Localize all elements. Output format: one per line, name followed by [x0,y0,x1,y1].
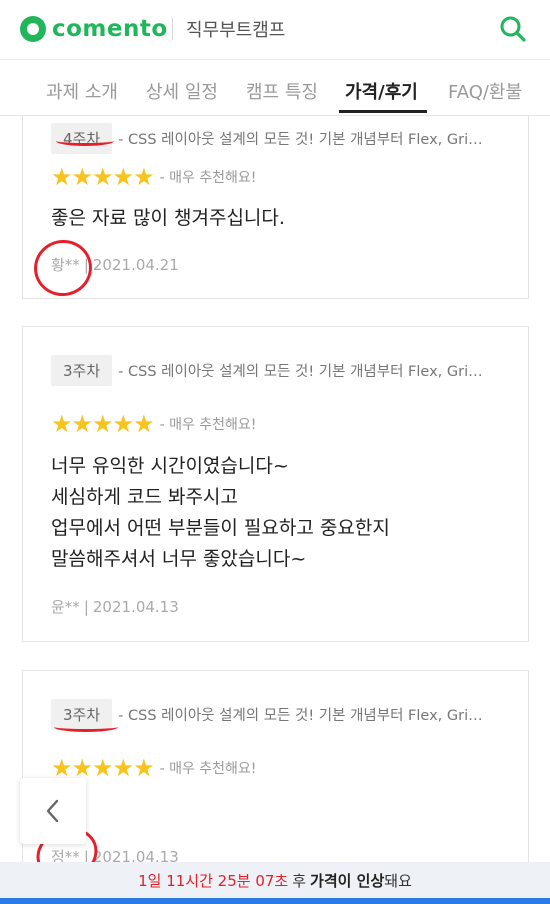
logo-text: comento [52,16,168,42]
rating-row: ★★★★★ - 매우 추천해요! [51,756,256,780]
section-tabs: 과제 소개 상세 일정 캠프 특징 가격/후기 FAQ/환불 [0,60,550,116]
tab-faq-refund[interactable]: FAQ/환불 [448,78,522,104]
countdown-after: 후 [292,871,307,890]
tab-schedule[interactable]: 상세 일정 [146,78,218,104]
search-icon [500,16,526,42]
header-divider [172,18,173,40]
review-date: 2021.04.13 [92,598,179,616]
back-button[interactable] [20,778,86,844]
comento-logo[interactable]: comento [20,14,168,44]
reviews-list: 4주차 - CSS 레이아웃 설계의 모든 것! 기본 개념부터 Flex, G… [0,116,550,862]
rating-text: - 매우 추천해요! [159,417,257,433]
footer-separator: | [83,598,89,616]
annotation-underline [56,136,114,146]
app-header: comento 직무부트캠프 [0,0,550,60]
rating-row: ★★★★★ - 매우 추천해요! [51,412,256,436]
rating-text: - 매우 추천해요! [159,170,257,186]
price-increase-tail: 돼요 [384,871,412,890]
review-body: 너무 유익한 시간이였습니다~ 세심하게 코드 봐주시고 업무에서 어떤 부분들… [51,455,390,570]
rating-text: - 매우 추천해요! [159,761,257,777]
star-rating-icon: ★★★★★ [51,410,155,438]
chevron-left-icon [46,799,59,823]
course-title: - CSS 레이아웃 설계의 모든 것! 기본 개념부터 Flex, Gri… [118,707,483,724]
review-date: 2021.04.21 [92,256,179,274]
review-card: 3주차 - CSS 레이아웃 설계의 모든 것! 기본 개념부터 Flex, G… [22,670,529,862]
review-date: 2021.04.13 [92,848,179,862]
sub-brand-title[interactable]: 직무부트캠프 [186,16,285,42]
price-increase-text: 가격이 인상 [310,871,385,890]
active-tab-indicator [339,110,427,113]
annotation-underline [54,722,118,732]
bottom-accent-line [0,898,550,904]
price-countdown-bar[interactable]: 1일 11시간 25분 07초 후 가격이 인상 돼요 [0,862,550,898]
course-title: - CSS 레이아웃 설계의 모든 것! 기본 개념부터 Flex, Gri… [118,131,483,148]
search-button[interactable] [498,14,528,44]
star-rating-icon: ★★★★★ [51,163,155,191]
comento-logo-mark [20,16,46,42]
review-meta: 3주차 - CSS 레이아웃 설계의 모든 것! 기본 개념부터 Flex, G… [51,698,498,730]
course-title: - CSS 레이아웃 설계의 모든 것! 기본 개념부터 Flex, Gri… [118,363,483,380]
review-footer: 윤** | 2021.04.13 [51,596,179,617]
review-meta: 4주차 - CSS 레이아웃 설계의 모든 것! 기본 개념부터 Flex, G… [51,122,498,154]
review-author: 윤** [51,598,80,616]
countdown-timer: 1일 11시간 25분 07초 [138,871,289,890]
week-badge: 3주차 [51,354,113,386]
tab-features[interactable]: 캠프 특징 [246,78,318,104]
review-body: 좋은 자료 많이 챙겨주십니다. [51,207,285,229]
tab-price-reviews[interactable]: 가격/후기 [345,78,418,104]
rating-row: ★★★★★ - 매우 추천해요! [51,165,256,189]
review-card: 3주차 - CSS 레이아웃 설계의 모든 것! 기본 개념부터 Flex, G… [22,326,529,642]
star-rating-icon: ★★★★★ [51,754,155,782]
tab-intro[interactable]: 과제 소개 [46,78,118,104]
review-meta: 3주차 - CSS 레이아웃 설계의 모든 것! 기본 개념부터 Flex, G… [51,354,498,386]
